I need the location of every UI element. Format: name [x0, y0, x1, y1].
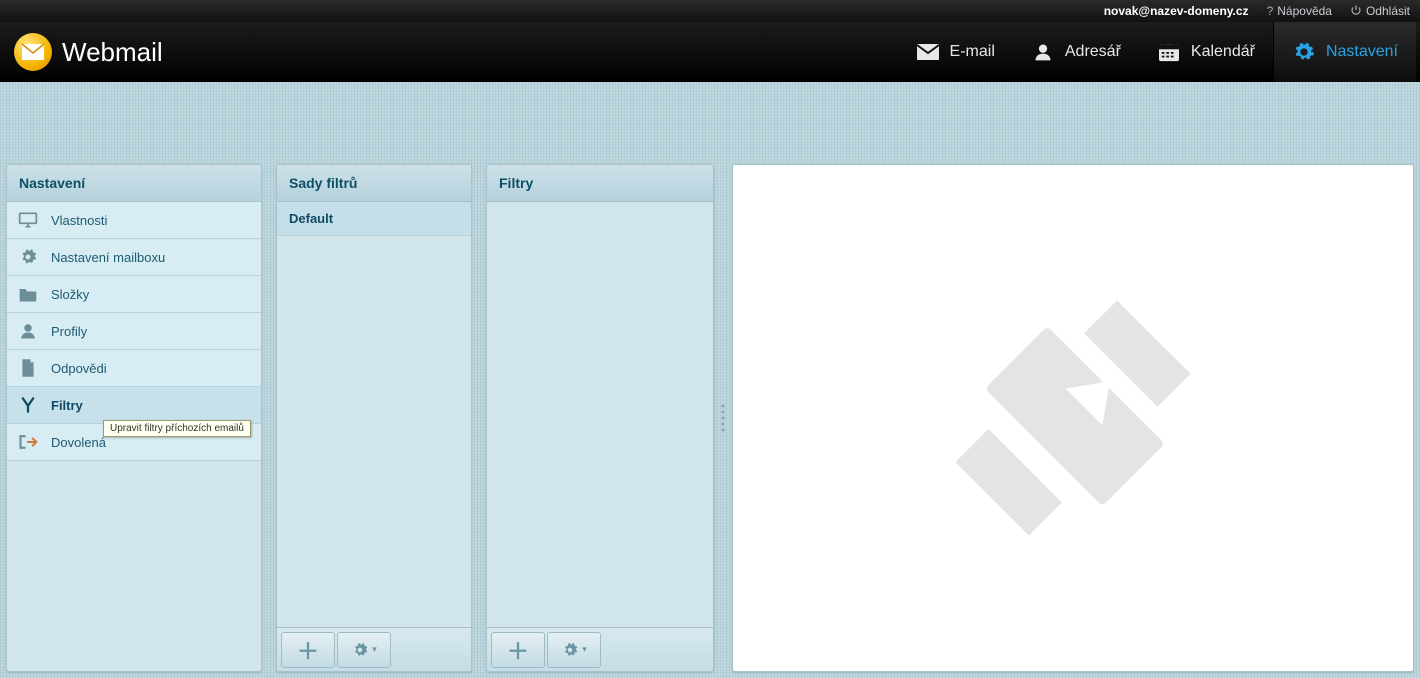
gear-icon: ▾ — [561, 641, 587, 659]
settings-item-label: Dovolená — [51, 435, 106, 450]
nav-tab-calendar[interactable]: Kalendář — [1139, 22, 1273, 82]
settings-item-label: Složky — [51, 287, 89, 302]
nav-tab-label: Nastavení — [1326, 43, 1398, 61]
settings-item-responses[interactable]: Odpovědi — [7, 350, 261, 387]
envelope-icon — [916, 42, 940, 62]
gear-icon — [1292, 42, 1316, 62]
settings-item-profiles[interactable]: Profily — [7, 313, 261, 350]
person-icon — [17, 321, 39, 341]
add-filter-button[interactable]: ＋ — [491, 632, 545, 668]
nav-tab-label: E-mail — [950, 43, 995, 61]
main-nav: Webmail E-mail Adresář Kalendář Nastaven… — [0, 22, 1420, 82]
settings-item-label: Nastavení mailboxu — [51, 250, 165, 265]
power-icon — [1350, 4, 1362, 19]
settings-item-label: Vlastnosti — [51, 213, 107, 228]
filters-title: Filtry — [487, 165, 713, 202]
filters-panel: Filtry ＋ ▾ — [486, 164, 714, 672]
panel-splitter[interactable] — [720, 403, 726, 433]
filter-sets-list: Default — [277, 202, 471, 627]
monitor-icon — [17, 210, 39, 230]
settings-item-mailbox[interactable]: Nastavení mailboxu — [7, 239, 261, 276]
filter-sets-toolbar: ＋ ▾ — [277, 627, 471, 671]
settings-item-vacation[interactable]: Dovolená Upravit filtry příchozích email… — [7, 424, 261, 461]
settings-panel-title: Nastavení — [7, 165, 261, 202]
logout-label: Odhlásit — [1366, 4, 1410, 18]
nav-tab-email[interactable]: E-mail — [898, 22, 1013, 82]
app-logo: Webmail — [14, 33, 163, 71]
plus-icon: ＋ — [297, 634, 319, 666]
settings-panel: Nastavení Vlastnosti Nastavení mailboxu … — [6, 164, 262, 672]
help-icon: ? — [1267, 4, 1274, 18]
logout-link[interactable]: Odhlásit — [1350, 4, 1410, 19]
help-label: Nápověda — [1277, 4, 1332, 18]
chevron-down-icon: ▾ — [372, 644, 377, 655]
preview-panel — [732, 164, 1414, 672]
settings-item-label: Profily — [51, 324, 87, 339]
arrow-out-icon — [17, 432, 39, 452]
nav-tab-contacts[interactable]: Adresář — [1013, 22, 1139, 82]
filters-list — [487, 202, 713, 627]
app-title: Webmail — [62, 37, 163, 68]
settings-item-label: Odpovědi — [51, 361, 107, 376]
filters-tooltip: Upravit filtry příchozích emailů — [103, 420, 251, 437]
filter-set-row[interactable]: Default — [277, 202, 471, 236]
filter-set-actions-button[interactable]: ▾ — [337, 632, 391, 668]
utility-bar: novak@nazev-domeny.cz ? Nápověda Odhlási… — [0, 0, 1420, 22]
user-email: novak@nazev-domeny.cz — [1104, 4, 1249, 18]
settings-item-label: Filtry — [51, 398, 83, 413]
workspace: Nastavení Vlastnosti Nastavení mailboxu … — [6, 164, 1414, 672]
nav-tab-settings[interactable]: Nastavení — [1273, 22, 1416, 82]
document-icon — [17, 358, 39, 378]
nav-tabs: E-mail Adresář Kalendář Nastavení — [898, 22, 1416, 82]
help-link[interactable]: ? Nápověda — [1267, 4, 1332, 18]
plus-icon: ＋ — [507, 634, 529, 666]
filter-actions-button[interactable]: ▾ — [547, 632, 601, 668]
nav-tab-label: Adresář — [1065, 43, 1121, 61]
settings-item-folders[interactable]: Složky — [7, 276, 261, 313]
filters-toolbar: ＋ ▾ — [487, 627, 713, 671]
add-filter-set-button[interactable]: ＋ — [281, 632, 335, 668]
envelope-badge-icon — [14, 33, 52, 71]
settings-list: Vlastnosti Nastavení mailboxu Složky Pro… — [7, 202, 261, 671]
chevron-down-icon: ▾ — [582, 644, 587, 655]
calendar-icon — [1157, 42, 1181, 62]
filter-sets-title: Sady filtrů — [277, 165, 471, 202]
person-icon — [1031, 42, 1055, 62]
folder-icon — [17, 284, 39, 304]
settings-item-filters[interactable]: Filtry — [7, 387, 261, 424]
settings-item-preferences[interactable]: Vlastnosti — [7, 202, 261, 239]
filter-icon — [17, 395, 39, 415]
gear-icon — [17, 247, 39, 267]
filter-sets-panel: Sady filtrů Default ＋ ▾ — [276, 164, 472, 672]
nav-tab-label: Kalendář — [1191, 43, 1255, 61]
filter-set-label: Default — [289, 211, 333, 226]
gear-icon: ▾ — [351, 641, 377, 659]
brand-watermark-icon — [943, 288, 1203, 548]
